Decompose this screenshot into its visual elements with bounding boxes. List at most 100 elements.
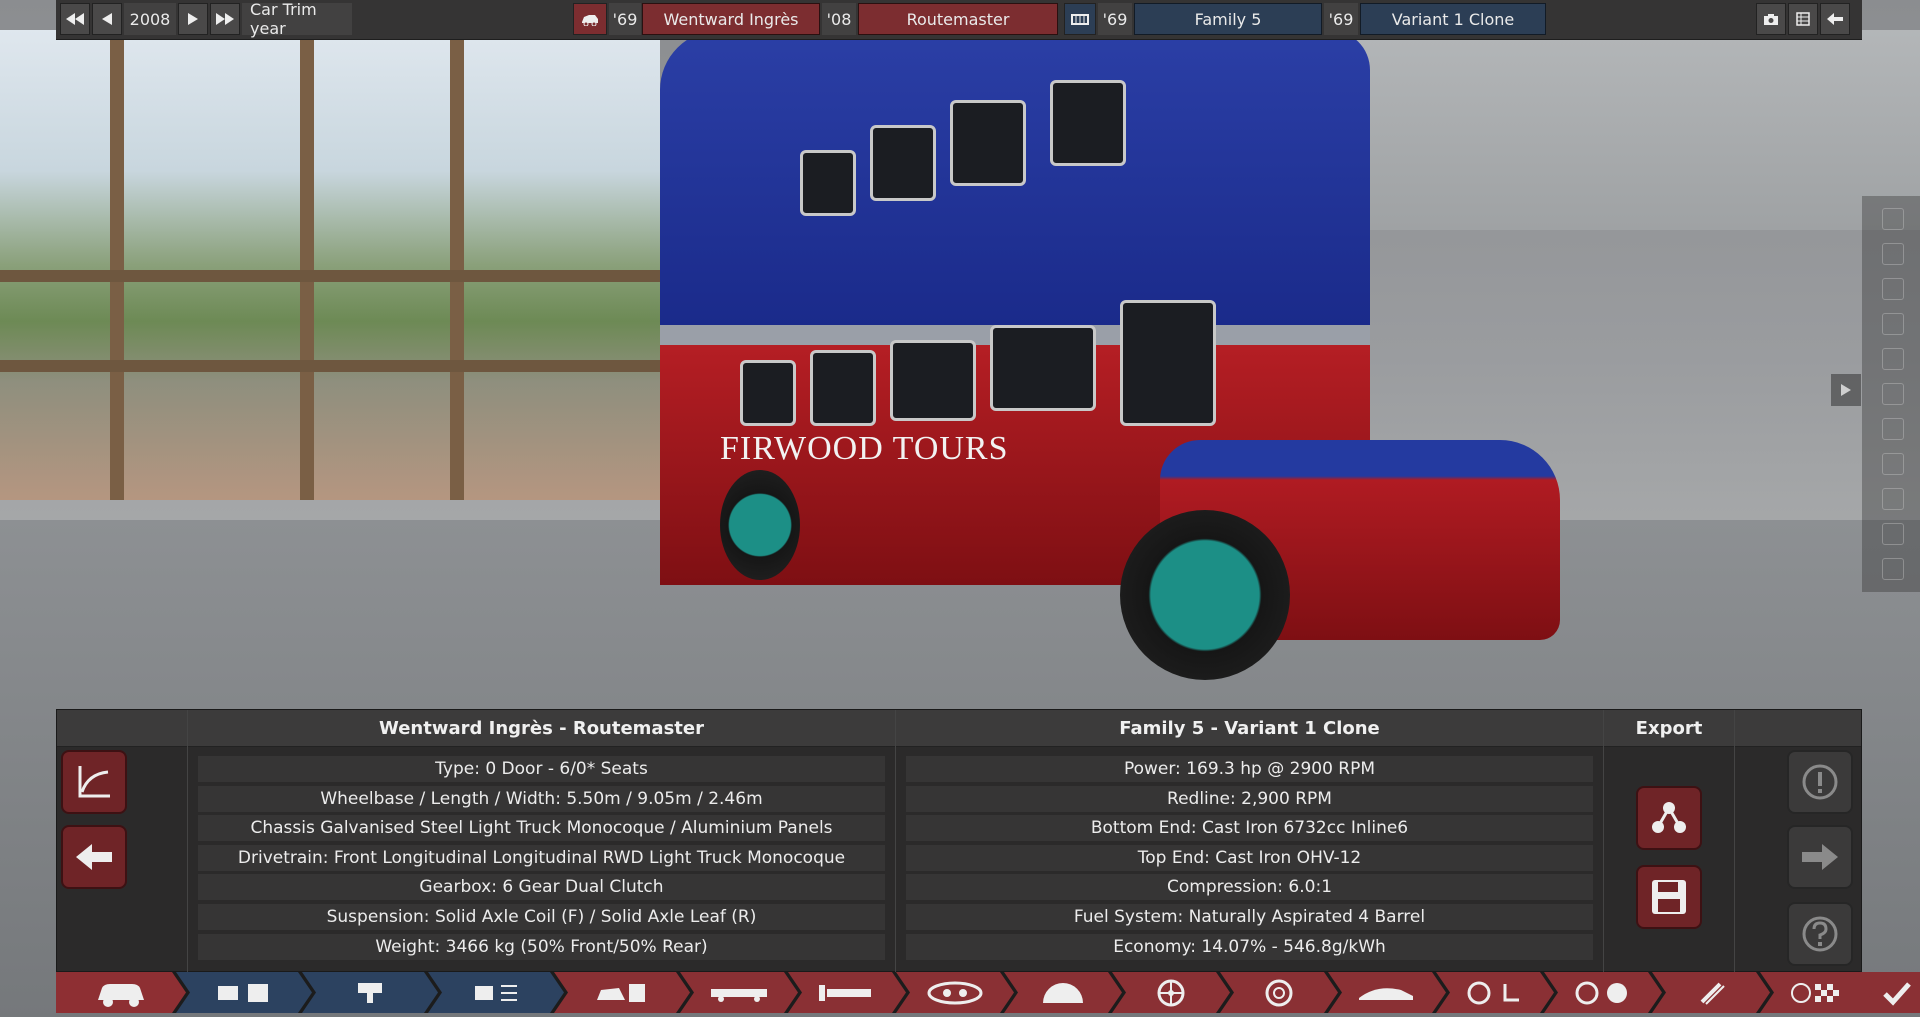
year-last-button[interactable] xyxy=(210,3,240,35)
save-button[interactable] xyxy=(1636,865,1702,929)
nav-engine-parts[interactable] xyxy=(302,972,438,1013)
engine-info-row: Bottom End: Cast Iron 6732cc Inline6 xyxy=(906,815,1593,842)
steering-wheel-icon xyxy=(1465,980,1525,1006)
wheel-icon xyxy=(1157,979,1185,1007)
engine-info-row: Fuel System: Naturally Aspirated 4 Barre… xyxy=(906,903,1593,930)
wheel-icon[interactable] xyxy=(1882,243,1904,265)
gearbox-icon xyxy=(925,980,985,1006)
bus-icon[interactable] xyxy=(1882,453,1904,475)
aero-icon xyxy=(1357,982,1417,1004)
car-trim-name[interactable]: Routemaster xyxy=(858,3,1058,35)
checkmark-icon xyxy=(1882,980,1912,1006)
spring-icon xyxy=(1696,980,1726,1006)
share-export-button[interactable] xyxy=(1636,786,1702,850)
engine-info-column: Family 5 - Variant 1 Clone Power: 169.3 … xyxy=(896,710,1604,973)
warning-icon xyxy=(1802,764,1838,800)
car-info-row: Type: 0 Door - 6/0* Seats xyxy=(198,756,885,782)
nav-interior[interactable] xyxy=(1436,972,1554,1013)
nav-chassis[interactable] xyxy=(680,972,798,1013)
help-icon xyxy=(1802,916,1838,952)
car-info-row: Suspension: Solid Axle Coil (F) / Solid … xyxy=(198,903,885,930)
engine-info-row: Compression: 6.0:1 xyxy=(906,874,1593,901)
share-icon xyxy=(1652,802,1686,833)
engine-variant-year: '69 xyxy=(1324,3,1358,35)
export-column: Export xyxy=(1604,710,1735,973)
bus-sign-text: FIRWOOD TOURS xyxy=(720,430,1009,467)
driver-icon[interactable] xyxy=(1882,208,1904,230)
car-info-title: Wentward Ingrès - Routemaster xyxy=(188,710,895,747)
designer-nav-bar xyxy=(56,972,1872,1013)
nav-car-trim[interactable] xyxy=(554,972,690,1013)
engine-icon[interactable] xyxy=(1882,313,1904,335)
nav-engine-family[interactable] xyxy=(176,972,312,1013)
car-info-row: Gearbox: 6 Gear Dual Clutch xyxy=(198,874,885,901)
nav-car-designer[interactable] xyxy=(56,972,186,1013)
nav-suspension[interactable] xyxy=(1004,972,1122,1013)
screenshot-button[interactable] xyxy=(1756,3,1786,35)
spring-icon[interactable] xyxy=(1882,278,1904,300)
piston-icon xyxy=(350,980,390,1006)
nav-testing[interactable] xyxy=(1760,972,1878,1013)
panel-icon[interactable] xyxy=(1882,348,1904,370)
engine-variant-name[interactable]: Variant 1 Clone xyxy=(1360,3,1546,35)
camera-icon xyxy=(1764,13,1778,25)
nav-drivetrain[interactable] xyxy=(788,972,906,1013)
graph-icon xyxy=(78,766,110,798)
nav-tuning[interactable] xyxy=(1652,972,1770,1013)
car-trim-icon xyxy=(595,980,649,1006)
gauge-icon xyxy=(1041,981,1085,1005)
car-model-name[interactable]: Wentward Ingrès xyxy=(642,3,820,35)
stats-graph-button[interactable] xyxy=(61,750,127,814)
warnings-button[interactable] xyxy=(1787,750,1853,814)
panel-blank-header-right xyxy=(1735,710,1861,747)
interior-icon[interactable] xyxy=(1882,418,1904,440)
car-info-row: Wheelbase / Length / Width: 5.50m / 9.05… xyxy=(198,785,885,812)
back-button[interactable] xyxy=(1820,3,1850,35)
back-arrow-button[interactable] xyxy=(61,825,127,889)
car-model-button[interactable] xyxy=(573,3,607,35)
disabled-icon[interactable] xyxy=(1882,523,1904,545)
checkered-flag-icon xyxy=(1789,980,1849,1006)
panel-blank-header xyxy=(57,710,187,747)
safety-icon xyxy=(1573,980,1633,1006)
car-icon xyxy=(582,15,598,26)
engine-tune-icon xyxy=(471,980,521,1006)
nav-gearbox[interactable] xyxy=(896,972,1014,1013)
expand-strip-button[interactable] xyxy=(1831,374,1861,406)
next-arrow-button[interactable] xyxy=(1787,825,1853,889)
panel-action-column xyxy=(57,710,188,973)
play-icon xyxy=(1841,384,1851,396)
table-icon xyxy=(1796,12,1810,26)
year-next-button[interactable] xyxy=(178,3,208,35)
car-trim-year: '08 xyxy=(822,3,856,35)
engine-family-icon xyxy=(214,980,274,1006)
year-prev-button[interactable] xyxy=(92,3,122,35)
car-info-row: Weight: 3466 kg (50% Front/50% Rear) xyxy=(198,933,885,960)
car-info-column: Wentward Ingrès - Routemaster Type: 0 Do… xyxy=(188,710,896,973)
car-info-row: Chassis Galvanised Steel Light Truck Mon… xyxy=(198,815,885,842)
fast-backward-icon xyxy=(66,13,84,25)
engine-info-row: Power: 169.3 hp @ 2900 RPM xyxy=(906,756,1593,782)
year-first-button[interactable] xyxy=(60,3,90,35)
top-toolbar: 2008 Car Trim year '69 Wentward Ingrès '… xyxy=(56,0,1862,40)
engine-info-row: Redline: 2,900 RPM xyxy=(906,785,1593,812)
nav-brakes[interactable] xyxy=(1220,972,1338,1013)
vehicle-model: FIRWOOD TOURS xyxy=(640,30,1560,690)
nav-wheels[interactable] xyxy=(1112,972,1230,1013)
body-icon[interactable] xyxy=(1882,383,1904,405)
engine-family-button[interactable] xyxy=(1064,3,1096,35)
engine-info-row: Top End: Cast Iron OHV-12 xyxy=(906,844,1593,871)
help-button[interactable] xyxy=(1787,902,1853,966)
checkbox-icon[interactable] xyxy=(1882,558,1904,580)
arrow-right-icon xyxy=(1802,844,1838,870)
year-value: 2008 xyxy=(124,3,176,35)
spreadsheet-button[interactable] xyxy=(1788,3,1818,35)
export-title: Export xyxy=(1604,710,1734,747)
nav-safety[interactable] xyxy=(1544,972,1662,1013)
nav-aero[interactable] xyxy=(1328,972,1446,1013)
brake-icon xyxy=(1265,979,1293,1007)
nav-engine-tune[interactable] xyxy=(428,972,564,1013)
save-icon xyxy=(1652,880,1686,914)
axle-icon[interactable] xyxy=(1882,488,1904,510)
engine-family-name[interactable]: Family 5 xyxy=(1134,3,1322,35)
